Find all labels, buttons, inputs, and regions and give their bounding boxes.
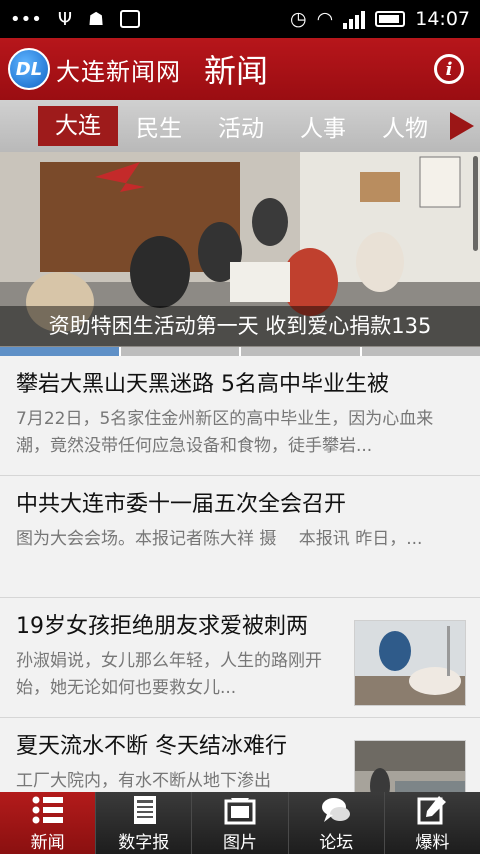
nav-pictures[interactable]: 图片	[191, 792, 287, 854]
gallery-notification-icon	[120, 10, 141, 28]
nav-digital-paper[interactable]: 数字报	[95, 792, 191, 854]
page-title: 新闻	[204, 52, 269, 90]
news-title: 中共大连市委十一届五次全会召开	[16, 492, 347, 517]
battery-icon	[375, 11, 406, 27]
tab-huodong[interactable]: 活动	[200, 109, 282, 143]
news-title: 夏天流水不断 冬天结冰难行	[16, 734, 287, 759]
tab-minsheng[interactable]: 民生	[118, 109, 200, 143]
status-time: 14:07	[415, 8, 470, 30]
nav-label: 论坛	[319, 832, 354, 853]
picture-icon	[224, 797, 256, 824]
banner-page-indicator	[0, 347, 480, 356]
news-item[interactable]: 夏天流水不断 冬天结冰难行 工厂大院内，有水不断从地下渗出	[0, 718, 480, 792]
signal-icon	[343, 9, 366, 29]
tab-renshi[interactable]: 人事	[282, 109, 364, 143]
nav-tip-off[interactable]: 爆料	[383, 792, 480, 854]
nav-news[interactable]: 新闻	[0, 792, 96, 854]
forum-icon	[322, 797, 351, 822]
info-button[interactable]: i	[434, 54, 464, 84]
nav-forum[interactable]: 论坛	[287, 792, 384, 854]
indicator-dot	[0, 347, 119, 356]
news-summary: 图为大会会场。本报记者陈大祥 摄 本报讯 昨日，...	[16, 529, 423, 549]
news-item[interactable]: 中共大连市委十一届五次全会召开 图为大会会场。本报记者陈大祥 摄 本报讯 昨日，…	[0, 476, 480, 598]
tabs-next-arrow-icon[interactable]	[450, 112, 474, 140]
news-summary: 工厂大院内，有水不断从地下渗出	[16, 771, 271, 791]
news-summary: 孙淑娟说，女儿那么年轻，人生的路刚开始，她无论如何也要救女儿...	[16, 651, 322, 698]
logo-badge-icon: DL	[8, 48, 50, 90]
nav-label: 数字报	[118, 832, 170, 853]
news-title: 19岁女孩拒绝朋友求爱被刺两	[16, 614, 308, 639]
news-item[interactable]: 攀岩大黑山天黑迷路 5名高中毕业生被 7月22日，5名家住金州新区的高中毕业生，…	[0, 356, 480, 476]
tab-renwu[interactable]: 人物	[364, 109, 446, 143]
indicator-dot	[120, 347, 239, 356]
news-thumbnail	[354, 620, 466, 706]
category-tabs: 大连 民生 活动 人事 人物	[0, 100, 480, 152]
more-notifications-icon: •••	[10, 8, 42, 30]
news-title: 攀岩大黑山天黑迷路 5名高中毕业生被	[16, 372, 389, 397]
wifi-icon: ◠	[316, 8, 334, 30]
tab-dalian[interactable]: 大连	[38, 106, 118, 146]
news-list: 攀岩大黑山天黑迷路 5名高中毕业生被 7月22日，5名家住金州新区的高中毕业生，…	[0, 356, 480, 792]
indicator-dot	[241, 347, 360, 356]
list-scrollbar	[473, 156, 478, 251]
nav-label: 爆料	[415, 832, 450, 853]
alarm-icon: ◷	[290, 8, 307, 30]
news-item[interactable]: 19岁女孩拒绝朋友求爱被刺两 孙淑娟说，女儿那么年轻，人生的路刚开始，她无论如何…	[0, 598, 480, 718]
list-icon	[32, 796, 63, 823]
headline-banner[interactable]: 资助特困生活动第一天 收到爱心捐款135	[0, 152, 480, 356]
android-icon: ☗	[88, 8, 105, 30]
nav-label: 图片	[223, 832, 257, 853]
news-thumbnail	[354, 740, 466, 792]
banner-caption: 资助特困生活动第一天 收到爱心捐款135	[0, 306, 480, 346]
usb-icon: Ψ	[57, 8, 73, 30]
edit-icon	[417, 795, 447, 824]
newspaper-icon	[133, 795, 156, 824]
bottom-navigation: 新闻 数字报 图片 论坛 爆料	[0, 792, 480, 854]
app-header: DL 大连新闻网 新闻 i	[0, 38, 480, 100]
site-logo: DL 大连新闻网	[8, 48, 181, 90]
news-summary: 7月22日，5名家住金州新区的高中毕业生，因为心血来潮，竟然没带任何应急设备和食…	[16, 409, 434, 456]
nav-label: 新闻	[30, 832, 65, 853]
status-bar: ••• Ψ ☗ ◷ ◠ 14:07	[0, 0, 480, 38]
logo-text: 大连新闻网	[56, 57, 181, 86]
indicator-dot	[361, 347, 480, 356]
